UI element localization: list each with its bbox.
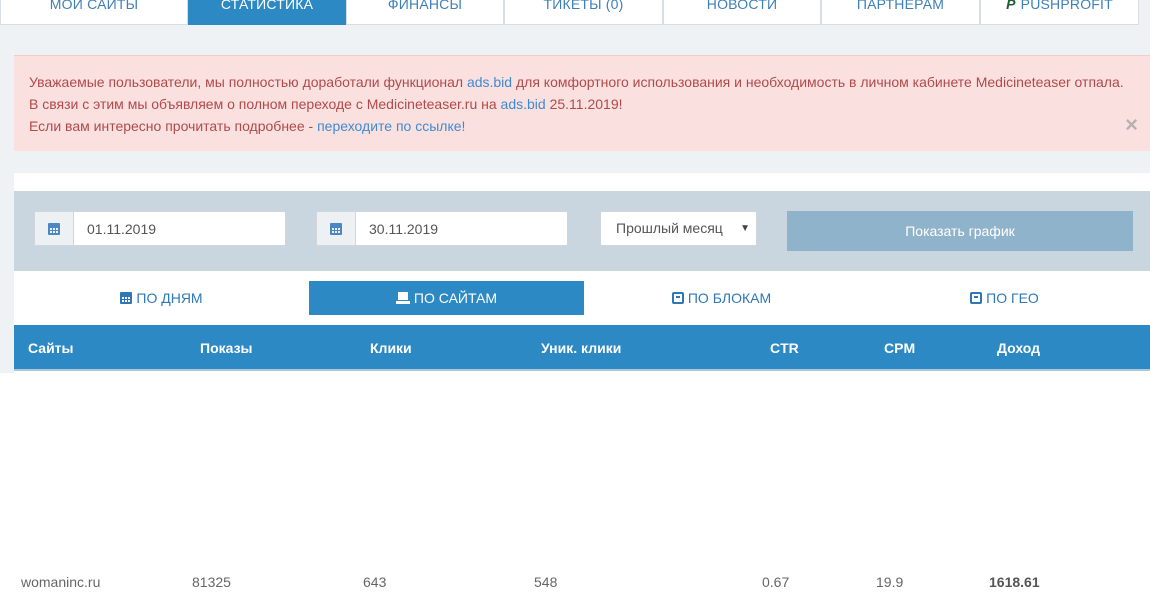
tab-label: ПО БЛОКАМ xyxy=(687,290,772,306)
top-navigation: МОИ САЙТЫ СТАТИСТИКА ФИНАНСЫ ТИКЕТЫ (0) … xyxy=(0,0,1150,26)
filter-bar: Прошлый месяц ▼ Показать график xyxy=(14,191,1150,271)
statistics-card: Прошлый месяц ▼ Показать график ПО ДНЯМ … xyxy=(0,173,1150,612)
tab-by-blocks[interactable]: ПО БЛОКАМ xyxy=(584,281,859,315)
pushprofit-logo-icon: P xyxy=(1006,0,1016,12)
ads-bid-link[interactable]: ads.bid xyxy=(467,74,512,90)
alert-text: 25.11.2019! xyxy=(545,96,623,112)
calendar-addon[interactable] xyxy=(317,212,356,245)
nav-tab-label: ПАРТНЕРАМ xyxy=(856,0,945,12)
calendar-icon xyxy=(120,292,133,304)
table-header: Сайты Показы Клики Уник. клики CTR CPM Д… xyxy=(14,325,1150,371)
calendar-icon xyxy=(48,222,60,235)
cell-cpm: 19.9 xyxy=(876,574,904,590)
alert-text: Уважаемые пользователи, мы полностью дор… xyxy=(29,74,467,90)
cell-ctr: 0.67 xyxy=(762,574,790,590)
tab-by-days[interactable]: ПО ДНЯМ xyxy=(14,281,309,315)
column-header-sites[interactable]: Сайты xyxy=(28,325,74,371)
period-select-value: Прошлый месяц xyxy=(616,220,723,236)
cell-unique-clicks: 548 xyxy=(534,574,558,590)
nav-tab-tickets[interactable]: ТИКЕТЫ (0) xyxy=(504,0,663,25)
nav-tab-label: НОВОСТИ xyxy=(706,0,778,12)
cell-impressions: 81325 xyxy=(192,574,231,590)
tab-by-sites[interactable]: ПО САЙТАМ xyxy=(309,281,584,315)
nav-tab-label: ТИКЕТЫ (0) xyxy=(543,0,624,12)
period-select[interactable]: Прошлый месяц ▼ xyxy=(600,211,757,246)
nav-tab-news[interactable]: НОВОСТИ xyxy=(663,0,821,25)
close-icon[interactable]: × xyxy=(1125,114,1138,136)
nav-tab-label: PUSHPROFIT xyxy=(1020,0,1113,12)
calendar-addon[interactable] xyxy=(35,212,74,245)
tab-label: ПО ГЕО xyxy=(986,290,1039,306)
column-header-clicks[interactable]: Клики xyxy=(370,325,412,371)
nav-tab-label: ФИНАНСЫ xyxy=(387,0,463,12)
cell-clicks: 643 xyxy=(363,574,387,590)
block-icon xyxy=(671,292,684,304)
announcement-alert: Уважаемые пользователи, мы полностью дор… xyxy=(14,55,1150,151)
view-tabs: ПО ДНЯМ ПО САЙТАМ ПО БЛОКАМ ПО ГЕО xyxy=(14,281,1150,315)
ads-bid-link[interactable]: ads.bid xyxy=(501,96,546,112)
cell-income: 1618.61 xyxy=(989,574,1040,590)
calendar-icon xyxy=(330,222,342,235)
date-to-field xyxy=(316,211,568,246)
nav-tab-my-sites[interactable]: МОИ САЙТЫ xyxy=(0,0,188,25)
nav-tab-label: СТАТИСТИКА xyxy=(220,0,314,12)
column-header-cpm[interactable]: CPM xyxy=(884,325,915,371)
column-header-income[interactable]: Доход xyxy=(997,325,1040,371)
cell-site: womaninc.ru xyxy=(21,574,101,590)
dropdown-arrow-icon: ▼ xyxy=(740,223,750,234)
column-header-unique-clicks[interactable]: Уник. клики xyxy=(541,325,621,371)
tab-label: ПО САЙТАМ xyxy=(413,290,498,306)
table-row: womaninc.ru 81325 643 548 0.67 19.9 1618… xyxy=(0,559,1150,612)
geo-icon xyxy=(970,292,983,304)
alert-line-2: В связи с этим мы объявляем о полном пер… xyxy=(29,93,1150,115)
read-more-link[interactable]: переходите по ссылке! xyxy=(317,118,465,134)
nav-tab-partners[interactable]: ПАРТНЕРАМ xyxy=(821,0,980,25)
nav-tab-label: МОИ САЙТЫ xyxy=(49,0,139,12)
column-header-ctr[interactable]: CTR xyxy=(770,325,799,371)
alert-text: для комфортного использования и необходи… xyxy=(512,74,1124,90)
column-header-impressions[interactable]: Показы xyxy=(200,325,253,371)
date-to-input[interactable] xyxy=(357,212,565,245)
date-from-input[interactable] xyxy=(75,212,283,245)
site-icon xyxy=(395,292,410,304)
table-body-area xyxy=(0,373,1150,559)
show-chart-button[interactable]: Показать график xyxy=(787,211,1133,251)
nav-tab-pushprofit[interactable]: P PUSHPROFIT xyxy=(980,0,1139,25)
alert-line-1: Уважаемые пользователи, мы полностью дор… xyxy=(29,71,1150,93)
nav-tab-statistics[interactable]: СТАТИСТИКА xyxy=(188,0,346,25)
nav-tab-finance[interactable]: ФИНАНСЫ xyxy=(346,0,504,25)
alert-text: Если вам интересно прочитать подробнее - xyxy=(29,118,318,134)
tab-by-geo[interactable]: ПО ГЕО xyxy=(859,281,1150,315)
alert-text: В связи с этим мы объявляем о полном пер… xyxy=(29,96,501,112)
tab-label: ПО ДНЯМ xyxy=(136,290,203,306)
alert-line-3: Если вам интересно прочитать подробнее -… xyxy=(29,115,1150,137)
date-from-field xyxy=(34,211,286,246)
